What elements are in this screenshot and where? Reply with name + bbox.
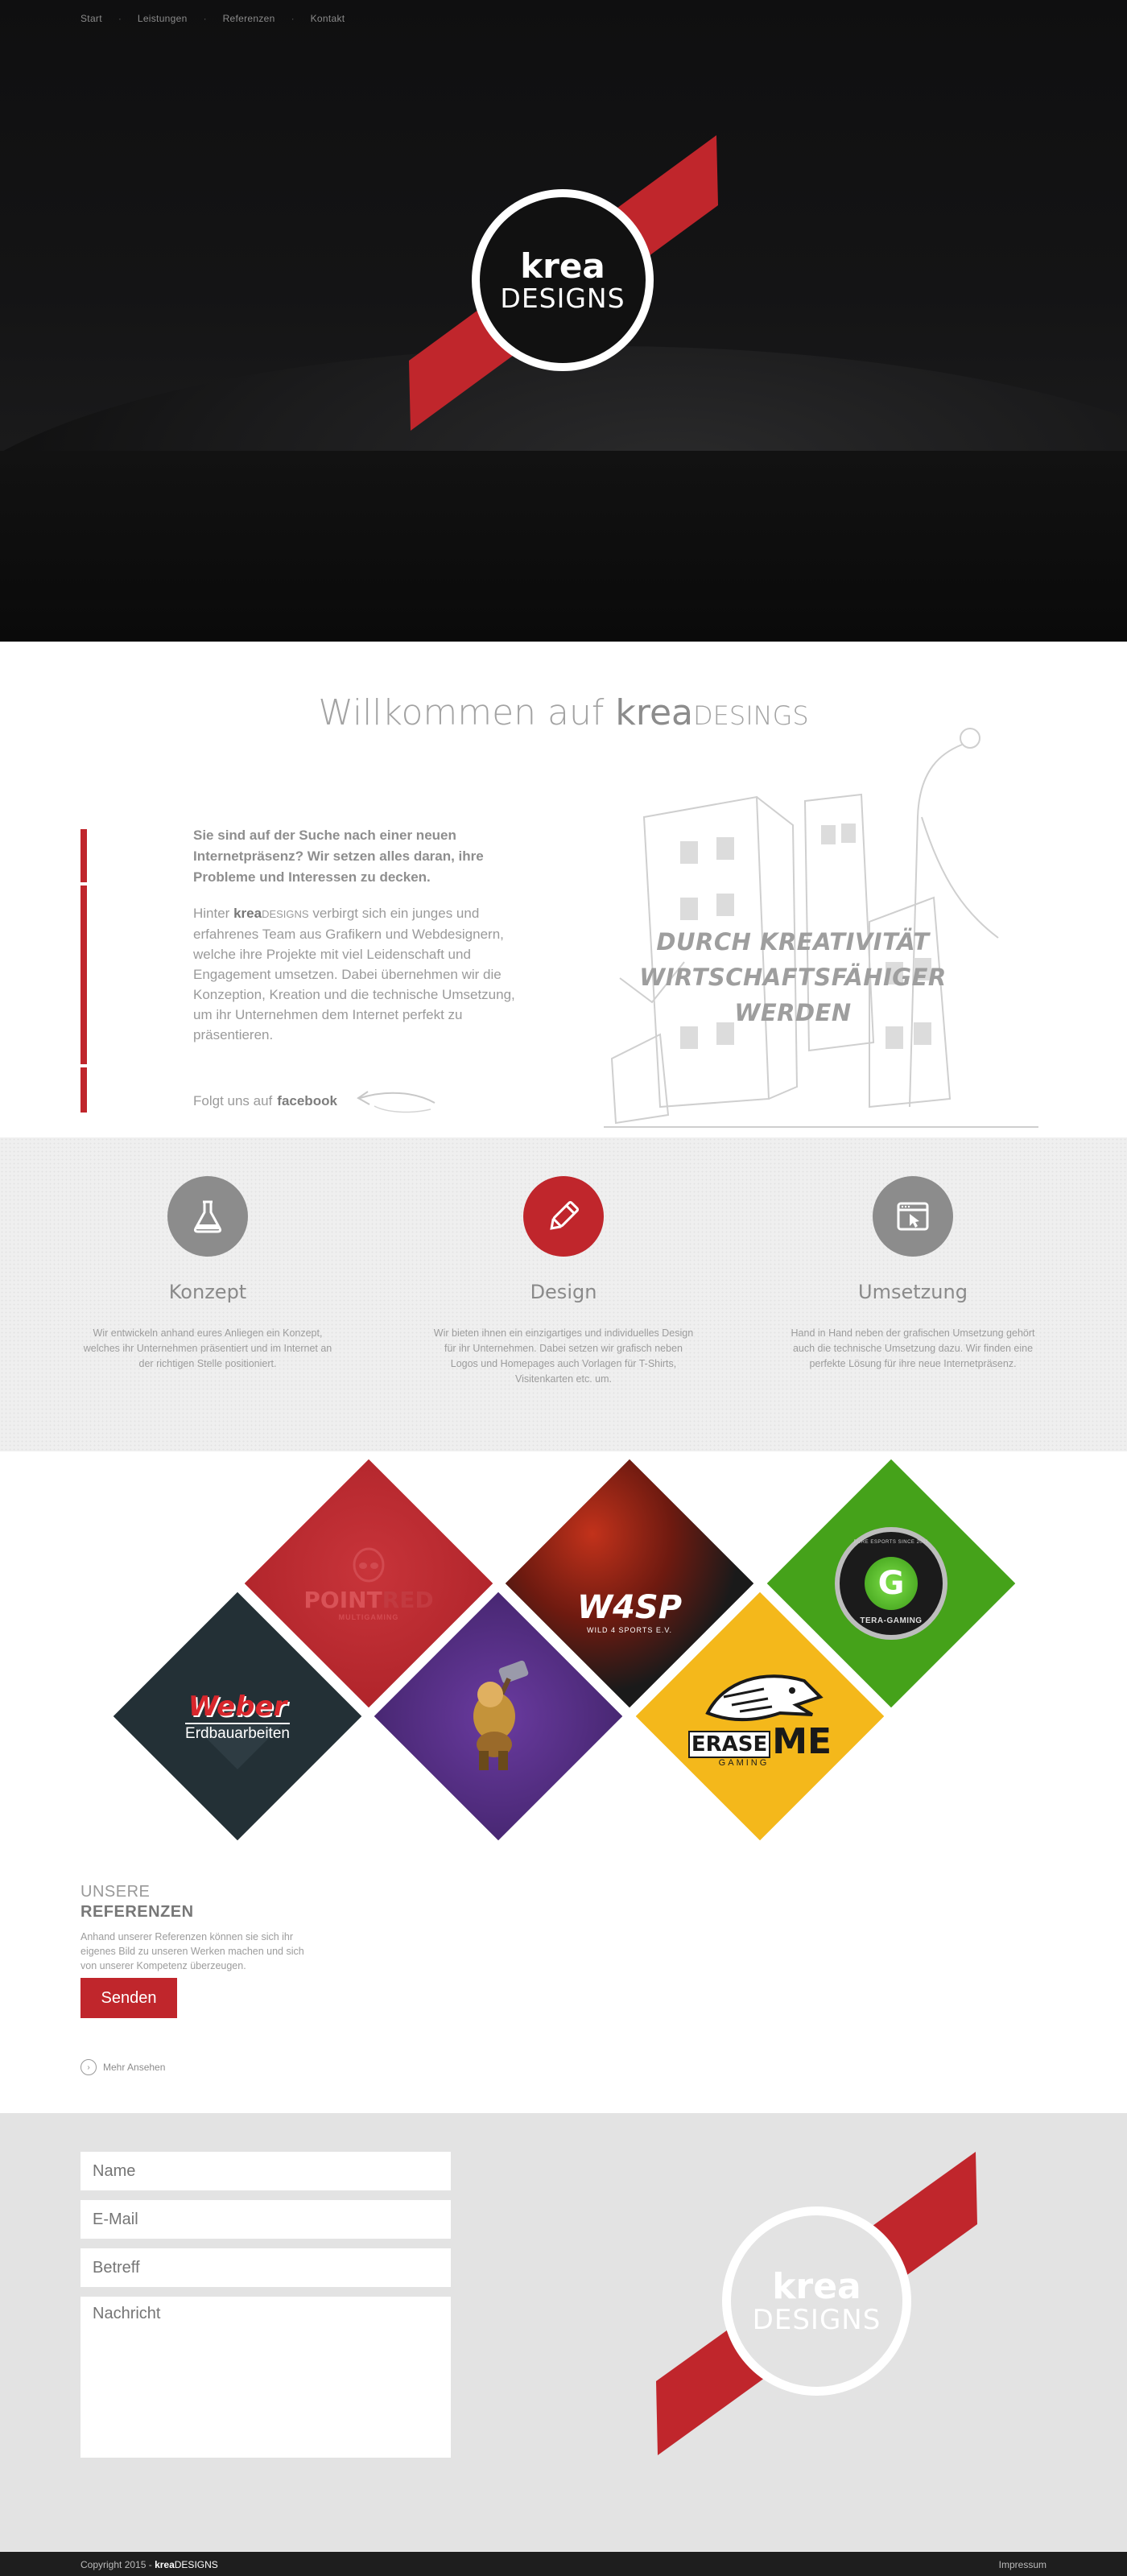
service-title: Umsetzung (858, 1281, 968, 1303)
service-konzept: Konzept Wir entwickeln anhand eures Anli… (71, 1176, 345, 1372)
hero-background-forest (0, 451, 1127, 642)
services-section: Konzept Wir entwickeln anhand eures Anli… (0, 1137, 1127, 1451)
alien-head-icon (353, 1546, 385, 1582)
intro-text: Hinter kreaDESIGNS verbirgt sich ein jun… (193, 903, 531, 1045)
warrior-figure-image (473, 1660, 529, 1770)
logo-circle: krea DESIGNS (472, 189, 654, 371)
copyright-text: Copyright 2015 - (80, 2559, 152, 2570)
eagle-head-icon (705, 1674, 824, 1722)
hero-section: Start · Leistungen · Referenzen · Kontak… (0, 0, 1127, 642)
message-field[interactable] (80, 2297, 451, 2458)
hero-logo: krea DESIGNS (402, 129, 724, 435)
service-umsetzung: Umsetzung Hand in Hand neben der grafisc… (776, 1176, 1050, 1372)
send-button[interactable]: Senden (80, 1978, 177, 2018)
wasp-logo-text: W4SP (576, 1589, 683, 1626)
follow-prefix: Folgt uns auf (193, 1093, 273, 1108)
intro-brand-bold: krea (233, 906, 262, 921)
footer: Copyright 2015 - kreaDESIGNS Impressum (0, 2552, 1127, 2576)
browser-cursor-icon (873, 1176, 953, 1257)
email-field[interactable] (80, 2200, 451, 2239)
intro-brand-light: DESIGNS (262, 908, 309, 920)
me-part: ME (772, 1721, 832, 1763)
more-button[interactable]: › Mehr Ansehen (80, 2059, 165, 2075)
service-text: Wir bieten ihnen ein einzigartiges und i… (433, 1327, 694, 1385)
nav-separator: · (291, 13, 295, 24)
intro-bold-text: Sie sind auf der Suche nach einer neuen … (193, 828, 484, 885)
intro-text-prefix: Hinter (193, 906, 230, 921)
references-heading-light: UNSERE (80, 1883, 151, 1901)
erase-part: ERASE (687, 1730, 771, 1758)
arrow-sketch-icon (357, 1091, 436, 1113)
welcome-title-prefix: Willkommen auf (318, 692, 605, 733)
nav-item-referenzen[interactable]: Referenzen (223, 13, 275, 24)
references-heading-bold: REFERENZEN (80, 1903, 194, 1921)
slogan-line-1: DURCH KREATIVITÄT (656, 928, 930, 956)
main-nav: Start · Leistungen · Referenzen · Kontak… (80, 13, 345, 24)
slogan: DURCH KREATIVITÄT WIRTSCHAFTSFÄHIGER WER… (608, 924, 978, 1030)
service-text: Hand in Hand neben der grafischen Umsetz… (791, 1327, 1035, 1369)
tera-name: TERA-GAMING (860, 1616, 923, 1625)
intro-text-rest: verbirgt sich ein junges und erfahrenes … (193, 906, 515, 1042)
erase-me-logo-text: ERASE ME (687, 1721, 832, 1763)
footer-brand-light: DESIGNS (174, 2559, 218, 2570)
footer-brand-bold: krea (155, 2559, 175, 2570)
nav-item-leistungen[interactable]: Leistungen (138, 13, 188, 24)
pointred-part2: RED (382, 1586, 434, 1613)
page: Start · Leistungen · Referenzen · Kontak… (0, 0, 1127, 2576)
name-field[interactable] (80, 2152, 451, 2190)
follow-facebook: Folgt uns auf facebook (193, 1085, 439, 1117)
service-text: Wir entwickeln anhand eures Anliegen ein… (83, 1327, 332, 1369)
impressum-link[interactable]: Impressum (999, 2559, 1046, 2570)
service-design: Design Wir bieten ihnen ein einzigartige… (427, 1176, 700, 1387)
pointred-logo-text: POINTRED (303, 1587, 433, 1613)
pointred-part1: POINT (303, 1586, 382, 1613)
facebook-link[interactable]: facebook (277, 1093, 337, 1109)
tera-ring-text: PURE ESPORTS SINCE 2011 (853, 1540, 929, 1545)
more-label: Mehr Ansehen (103, 2062, 166, 2073)
weber-sub: Erdbauarbeiten (185, 1722, 290, 1743)
logo-word-designs: DESIGNS (500, 282, 625, 314)
wasp-sub: WILD 4 SPORTS E.V. (586, 1626, 673, 1634)
pencil-icon (523, 1176, 604, 1257)
service-title: Design (530, 1281, 597, 1303)
nav-item-start[interactable]: Start (80, 13, 102, 24)
nav-separator: · (118, 13, 122, 24)
tera-badge: PURE ESPORTS SINCE 2011 G TERA-GAMING (835, 1527, 947, 1640)
copyright: Copyright 2015 - kreaDESIGNS (80, 2559, 218, 2570)
references-text: Anhand unserer Referenzen können sie sic… (80, 1931, 304, 1971)
tera-g-icon: G (865, 1557, 918, 1610)
chevron-right-icon: › (80, 2059, 97, 2075)
logo-word-krea: krea (772, 2265, 861, 2307)
weber-logo-text: Weber (188, 1690, 287, 1723)
accent-bar (80, 829, 87, 1113)
flask-icon (167, 1176, 248, 1257)
nav-item-kontakt[interactable]: Kontakt (311, 13, 345, 24)
contact-logo: krea DESIGNS (654, 2148, 980, 2458)
pointred-sub: MULTIGAMING (338, 1612, 399, 1621)
subject-field[interactable] (80, 2248, 451, 2287)
erase-me-sub: GAMING (718, 1757, 770, 1768)
slogan-line-2: WIRTSCHAFTSFÄHIGER WERDEN (639, 964, 947, 1026)
logo-circle: krea DESIGNS (722, 2207, 911, 2396)
nav-separator: · (203, 13, 207, 24)
service-title: Konzept (168, 1281, 247, 1303)
logo-word-designs: DESIGNS (752, 2303, 881, 2336)
logo-word-krea: krea (520, 246, 605, 286)
